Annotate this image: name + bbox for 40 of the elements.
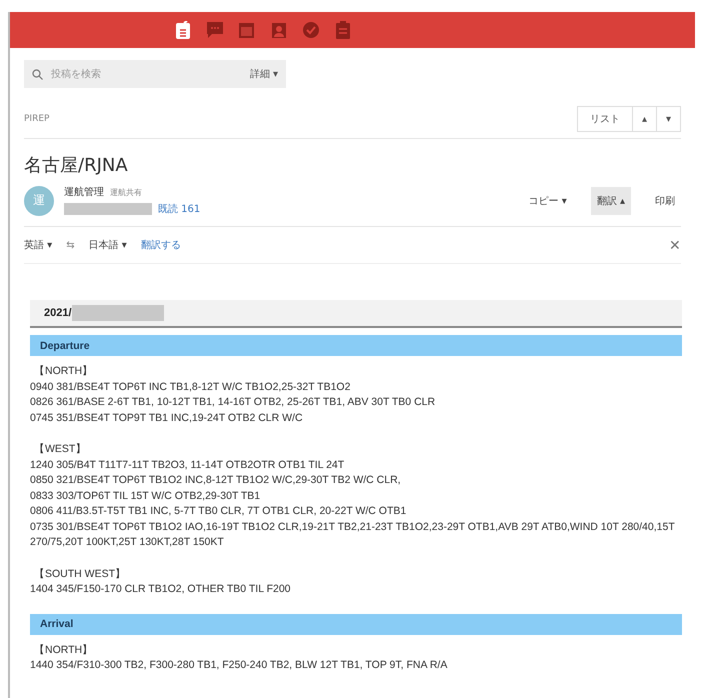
report-line: 0833 303/TOP6T TIL 15T W/C OTB2,29-30T TB1 xyxy=(30,488,262,504)
next-button[interactable]: ▾ xyxy=(656,106,681,132)
check-icon[interactable] xyxy=(300,20,320,40)
report-line: 0850 321/BSE4T TOP6T TB1O2 INC,8-12T TB1O2 W/C,29-30T TB2 W/C CLR, xyxy=(30,473,402,488)
author-name: 運航管理 xyxy=(64,186,104,199)
report-line: 0745 351/BSE4T TOP9T TB1 INC,19-24T OTB2 CLR W/C xyxy=(30,410,304,426)
detail-dropdown[interactable]: 詳細 ▾ xyxy=(250,67,278,81)
calendar-icon[interactable] xyxy=(236,20,256,40)
region-heading: 【SOUTH WEST】 xyxy=(33,566,127,582)
region-heading: 【NORTH】 xyxy=(33,364,94,379)
section-header: Departure xyxy=(30,335,682,356)
report-line: 0806 411/B3.5T-T5T TB1 INC, 5-7T TB0 CLR, 7T OTB1 CLR, 20-22T W/C OTB1 xyxy=(30,504,408,519)
search-field[interactable]: 投稿を検索 詳細 ▾ xyxy=(24,60,286,88)
report-line: 1440 354/F310-300 TB2, F300-280 TB1, F250-240 TB2, BLW 12T TB1, TOP 9T, FNA R/A xyxy=(30,658,448,673)
region-heading: 【WEST】 xyxy=(33,442,88,457)
report-line: 1404 345/F150-170 CLR TB1O2, OTHER TB0 TIL F200 xyxy=(30,582,292,597)
translate-button[interactable]: 翻訳 ▴ xyxy=(590,186,631,214)
report-line: 0940 381/BSE4T TOP6T INC TB1,8-12T W/C TB1O2,25-32T TB1O2 xyxy=(30,380,352,394)
region-heading: 【NORTH】 xyxy=(33,642,94,658)
report-line: 1240 305/B4T T11T7-11T TB2O3, 11-14T OTB2OTR OTB1 TIL 24T xyxy=(30,458,346,472)
source-language-dropdown[interactable]: 英語 ▾ xyxy=(24,238,52,252)
report-date: 2021/ xyxy=(44,307,72,319)
read-count-link[interactable]: 既読 161 xyxy=(158,202,200,216)
post-title: 名古屋/RJNA xyxy=(24,154,129,177)
list-button[interactable]: リスト xyxy=(576,106,633,132)
swap-languages-button[interactable]: ⇆ xyxy=(66,240,75,250)
search-icon xyxy=(32,68,43,80)
print-button[interactable]: 印刷 xyxy=(649,186,681,214)
close-button[interactable]: ✕ xyxy=(669,237,681,253)
avatar: 運 xyxy=(24,186,54,216)
report-line: 0735 301/BSE4T TOP6T TB1O2 IAO,16-19T TB1O2 CLR,19-21T TB2,21-23T TB1O2,23-29T OTB1,AVB 29T ATB0,WIND 10T 280/40,15T 270/75,20T 100KT,25T 130KT,28T 150KT xyxy=(30,520,676,550)
chat-icon[interactable] xyxy=(204,20,224,40)
copy-button[interactable]: コピー ▾ xyxy=(522,186,573,214)
author-role: 運航共有 xyxy=(110,186,142,198)
report-line: 0826 361/BASE 2-6T TB1, 10-12T TB1, 14-16T OTB2, 25-26T TB1, ABV 30T TB0 CLR xyxy=(30,395,436,410)
target-language-dropdown[interactable]: 日本語 ▾ xyxy=(88,238,127,252)
translate-link[interactable]: 翻訳する xyxy=(140,238,181,252)
board-name: PIREP xyxy=(24,114,50,124)
section-header: Arrival xyxy=(30,614,682,634)
previous-button[interactable]: ▴ xyxy=(632,106,657,132)
